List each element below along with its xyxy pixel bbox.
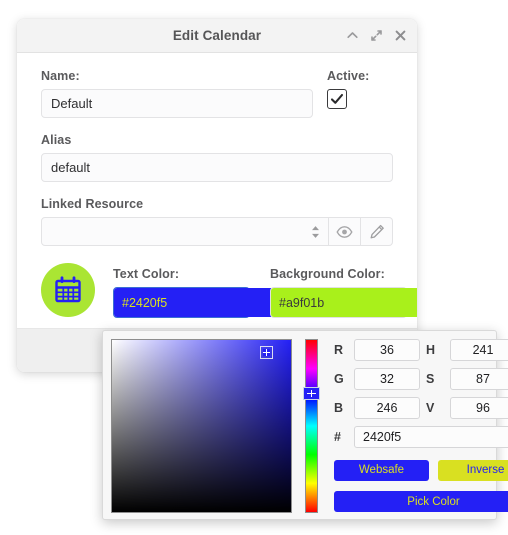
linked-resource-row bbox=[41, 217, 393, 246]
channel-label-s: S bbox=[426, 372, 435, 386]
linked-resource-select[interactable] bbox=[41, 217, 329, 246]
inverse-button[interactable]: Inverse bbox=[438, 460, 508, 481]
name-field-group: Name: bbox=[41, 69, 313, 118]
spinner-updown-icon bbox=[311, 225, 320, 238]
hex-row: # bbox=[334, 426, 508, 448]
color-picker-controls: R H G S B V # Websafe Inverse Pick Color bbox=[334, 339, 508, 512]
channel-input-h[interactable] bbox=[450, 339, 508, 361]
calendar-icon bbox=[55, 276, 81, 303]
chevron-up-icon[interactable] bbox=[345, 28, 360, 43]
name-active-row: Name: Active: bbox=[41, 69, 393, 118]
name-input[interactable] bbox=[41, 89, 313, 118]
channel-input-g[interactable] bbox=[354, 368, 420, 390]
crosshair-icon bbox=[307, 389, 316, 397]
name-label: Name: bbox=[41, 69, 80, 83]
preview-resource-button[interactable] bbox=[329, 217, 361, 246]
alias-field-group: Alias bbox=[41, 133, 393, 182]
channel-label-b: B bbox=[334, 401, 344, 415]
edit-calendar-dialog: Edit Calendar Name: Active: bbox=[17, 19, 417, 372]
picker-button-row: Websafe Inverse bbox=[334, 460, 508, 481]
pencil-icon bbox=[370, 224, 384, 238]
text-color-label: Text Color: bbox=[113, 267, 180, 281]
saturation-value-area[interactable] bbox=[111, 339, 292, 513]
crosshair-icon bbox=[262, 349, 270, 357]
edit-resource-button[interactable] bbox=[361, 217, 393, 246]
dialog-body: Name: Active: Alias Linked Resource bbox=[17, 53, 417, 328]
hex-label: # bbox=[334, 430, 341, 444]
background-color-input[interactable] bbox=[271, 288, 417, 317]
linked-resource-field-group: Linked Resource bbox=[41, 197, 393, 246]
channel-label-g: G bbox=[334, 372, 344, 386]
saturation-value-cursor[interactable] bbox=[259, 346, 273, 360]
text-color-group: Text Color: bbox=[113, 267, 307, 318]
pick-color-button[interactable]: Pick Color bbox=[334, 491, 508, 512]
channel-label-v: V bbox=[426, 401, 435, 415]
active-checkbox[interactable] bbox=[327, 89, 347, 109]
calendar-avatar bbox=[41, 263, 95, 317]
dialog-titlebar[interactable]: Edit Calendar bbox=[17, 19, 417, 53]
channel-label-r: R bbox=[334, 343, 344, 357]
background-color-group: Background Color: bbox=[270, 267, 417, 318]
channel-input-v[interactable] bbox=[450, 397, 508, 419]
alias-input[interactable] bbox=[41, 153, 393, 182]
expand-arrows-icon[interactable] bbox=[369, 28, 384, 43]
check-icon bbox=[330, 93, 344, 104]
linked-resource-label: Linked Resource bbox=[41, 197, 144, 211]
alias-label: Alias bbox=[41, 133, 72, 147]
channel-input-r[interactable] bbox=[354, 339, 420, 361]
websafe-button[interactable]: Websafe bbox=[334, 460, 429, 481]
text-color-input[interactable] bbox=[114, 288, 291, 317]
channel-input-s[interactable] bbox=[450, 368, 508, 390]
channel-input-b[interactable] bbox=[354, 397, 420, 419]
color-row: Text Color: Background Color: bbox=[41, 263, 417, 324]
active-label: Active: bbox=[327, 69, 370, 83]
text-color-field bbox=[113, 287, 307, 318]
close-icon[interactable] bbox=[393, 28, 408, 43]
hue-slider-handle[interactable] bbox=[303, 386, 320, 400]
hue-slider[interactable] bbox=[305, 339, 318, 513]
channel-label-h: H bbox=[426, 343, 436, 357]
color-picker-panel: R H G S B V # Websafe Inverse Pick Color bbox=[102, 330, 508, 520]
active-field-group: Active: bbox=[327, 69, 393, 109]
eye-icon bbox=[336, 225, 353, 238]
window-controls bbox=[345, 19, 408, 52]
hue-slider-wrap bbox=[303, 339, 320, 513]
background-color-field bbox=[270, 287, 417, 318]
hex-input[interactable] bbox=[354, 426, 508, 448]
color-channel-grid: R H G S B V bbox=[334, 339, 508, 419]
background-color-label: Background Color: bbox=[270, 267, 385, 281]
